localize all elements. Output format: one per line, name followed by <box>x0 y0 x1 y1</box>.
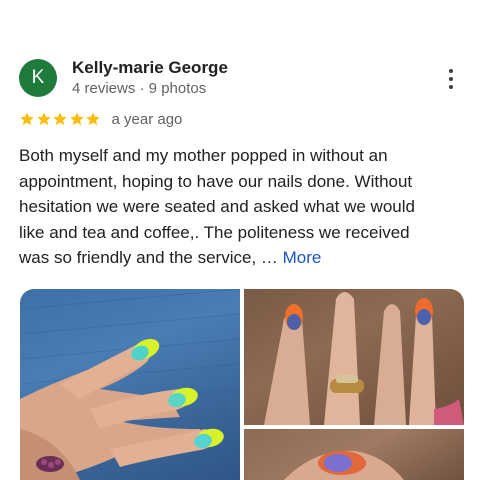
star-rating <box>19 111 102 127</box>
photo-icon <box>284 450 404 480</box>
star-icon <box>53 112 67 126</box>
review-date: a year ago <box>111 110 183 128</box>
review-photo[interactable] <box>244 429 464 480</box>
review-text-line: Both myself and my mother popped in with… <box>19 146 388 165</box>
review-text-line: appointment, hoping to have our nails do… <box>19 171 413 191</box>
more-link[interactable]: More <box>283 248 322 267</box>
review-photos <box>20 289 464 480</box>
star-icon <box>69 112 84 126</box>
author-name[interactable]: Kelly-marie George <box>72 58 228 78</box>
photo-icon <box>264 292 464 425</box>
star-icon <box>20 112 34 126</box>
author-avatar[interactable]: K <box>19 59 57 97</box>
photo-icon <box>20 289 240 480</box>
more-vert-icon-dot <box>449 85 453 89</box>
review-photo[interactable] <box>244 289 464 425</box>
author-meta: 4 reviews · 9 photos <box>72 80 207 97</box>
star-icon <box>86 112 100 126</box>
star-icon <box>36 112 51 126</box>
more-vert-icon <box>449 69 453 73</box>
review-text-line: like and tea and coffee,. The politeness… <box>19 222 410 242</box>
review-card: K Kelly-marie George 4 reviews · 9 photo… <box>0 0 480 480</box>
review-text-last-line: was so friendly and the service, … More <box>19 245 459 271</box>
more-vert-icon-dot <box>449 77 453 81</box>
review-photo[interactable] <box>20 289 240 480</box>
review-text-line: was so friendly and the service, … <box>19 248 278 267</box>
rating-row: a year ago <box>19 109 182 129</box>
review-text: Both myself and my mother popped in with… <box>19 143 459 271</box>
avatar-initial: K <box>31 67 45 88</box>
review-text-line: hesitation we were seated and asked what… <box>19 197 415 216</box>
more-options-button[interactable] <box>440 66 462 92</box>
